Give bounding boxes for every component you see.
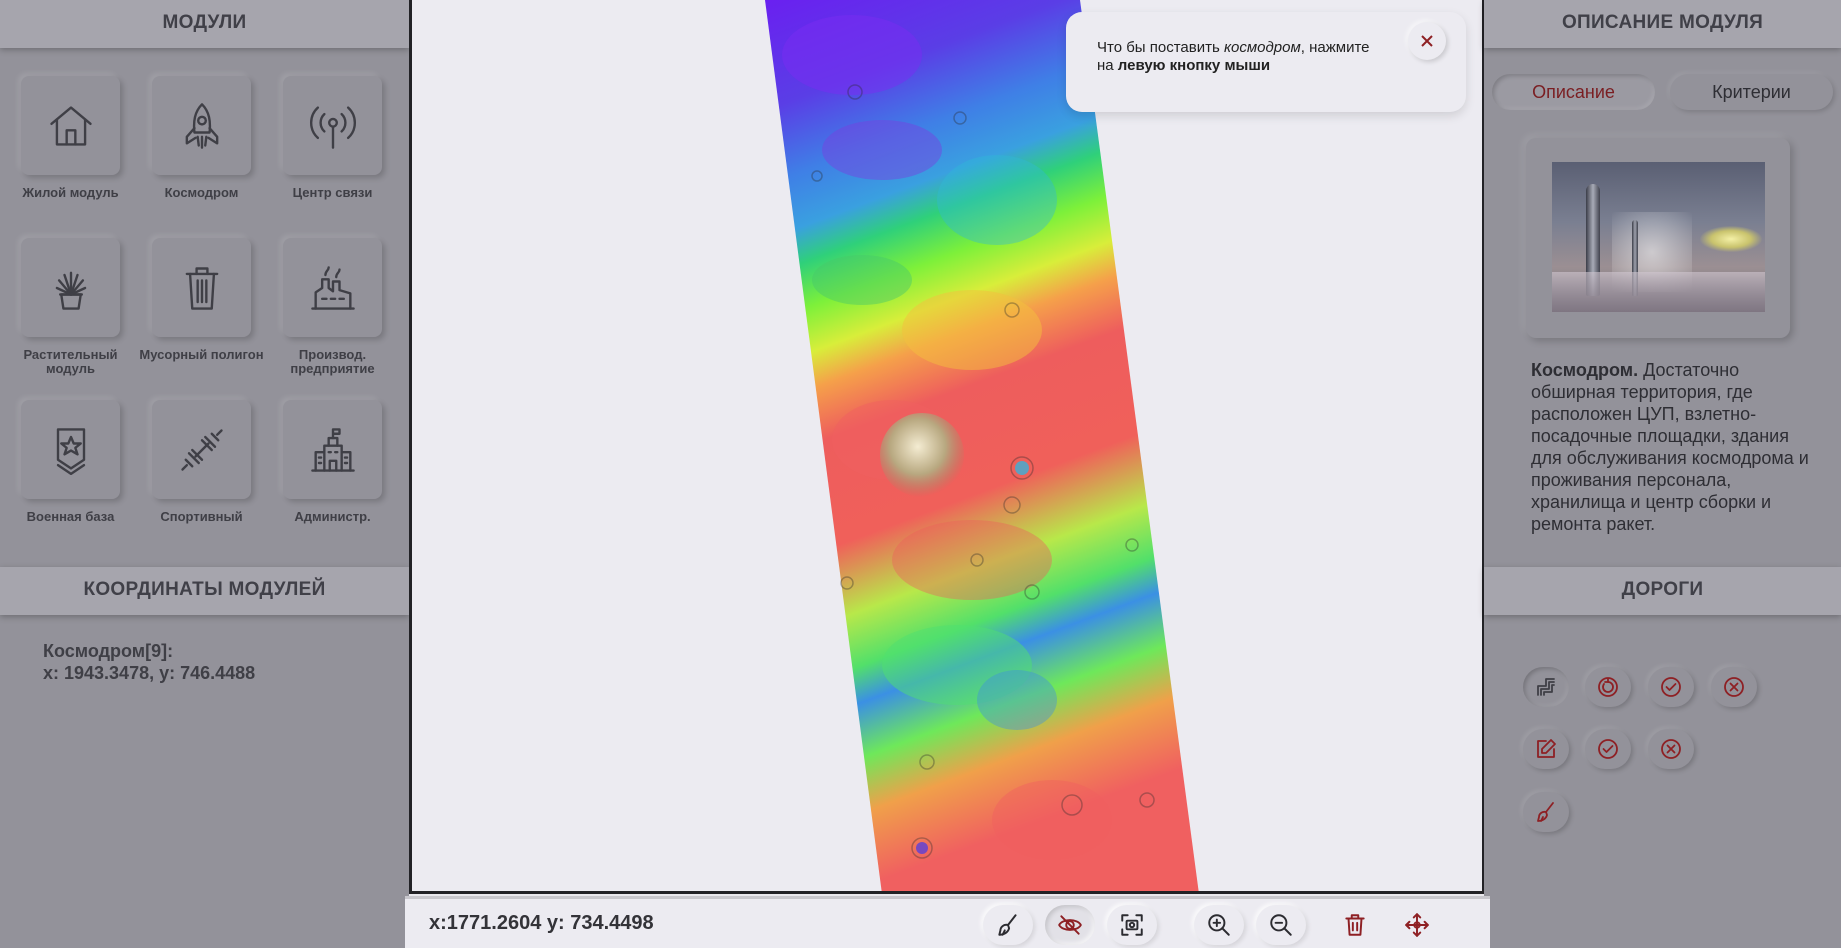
toggle-visibility-button[interactable]: [1045, 905, 1095, 945]
module-cosmodrome[interactable]: Космодром: [149, 76, 269, 226]
road-rotate-button[interactable]: [1585, 667, 1631, 707]
factory-icon: [310, 265, 355, 310]
road-build-button[interactable]: [1523, 667, 1569, 707]
module-sport[interactable]: Спортивный: [149, 400, 269, 550]
description-title: Космодром.: [1531, 360, 1639, 380]
delete-icon: [1345, 914, 1365, 936]
screenshot-icon: [1121, 914, 1143, 936]
zoom-out-button[interactable]: [1256, 905, 1306, 945]
administration-building-icon: [310, 427, 355, 472]
module-label: Мусорный полигон: [139, 347, 264, 362]
dumbbell-icon: [180, 428, 223, 471]
cursor-coordinates: x:1771.2604 y: 734.4498: [429, 912, 654, 934]
elevation-strip: [765, 0, 1199, 891]
module-military[interactable]: Военная база: [18, 400, 138, 550]
road-clear-button[interactable]: [1523, 792, 1569, 832]
module-plant[interactable]: Растительный модуль: [18, 238, 138, 388]
module-tile[interactable]: [152, 400, 251, 499]
module-label: Военная база: [26, 509, 115, 524]
module-label: Спортивный: [160, 509, 243, 524]
road-cancel-button[interactable]: [1711, 667, 1757, 707]
road-confirm-button[interactable]: [1648, 667, 1694, 707]
antenna-icon: [309, 105, 356, 149]
move-icon: [1405, 913, 1429, 937]
road-edit-confirm-button[interactable]: [1585, 729, 1631, 769]
terrain-map[interactable]: [412, 0, 1482, 894]
module-description: Космодром. Достаточно обширная территори…: [1531, 359, 1811, 535]
hide-icon: [1058, 915, 1082, 935]
placement-hint-tooltip: Что бы поставить космодром, нажмите на л…: [1066, 12, 1466, 112]
house-icon: [49, 105, 92, 146]
road-edit-button[interactable]: [1523, 729, 1569, 769]
module-label: Жилой модуль: [22, 185, 119, 200]
modules-panel: МОДУЛИ Жилой модуль Космодром Центр связ…: [0, 0, 409, 948]
road-build-icon: [1537, 678, 1555, 696]
trash-can-icon: [185, 266, 218, 310]
module-coordinates: Космодром[9]: x: 1943.3478, y: 746.4488: [43, 640, 255, 684]
module-label: Производ. предприятие: [290, 347, 375, 376]
zoom-in-icon: [1208, 914, 1230, 936]
module-residential[interactable]: Жилой модуль: [18, 76, 138, 226]
zoom-out-icon: [1270, 914, 1292, 936]
description-body: Достаточно обширная территория, где расп…: [1531, 360, 1809, 534]
module-preview-card: [1526, 138, 1790, 338]
module-tile[interactable]: [152, 238, 251, 337]
zoom-in-button[interactable]: [1194, 905, 1244, 945]
module-tile[interactable]: [21, 76, 120, 175]
modules-panel-title: МОДУЛИ: [0, 0, 409, 48]
module-label: Космодром: [164, 185, 239, 200]
module-label: Растительный модуль: [23, 347, 118, 376]
module-admin[interactable]: Администр.: [280, 400, 400, 550]
hint-action: левую кнопку мыши: [1117, 57, 1271, 74]
roads-panel-title: ДОРОГИ: [1484, 567, 1841, 615]
military-badge-icon: [56, 427, 85, 475]
cancel-icon: [1724, 677, 1744, 697]
terrain-mound: [880, 413, 964, 497]
delete-module-button[interactable]: [1330, 905, 1380, 945]
description-panel-title: ОПИСАНИЕ МОДУЛЯ: [1484, 0, 1841, 48]
check-icon: [1598, 739, 1618, 759]
rotate-icon: [1598, 677, 1618, 697]
rocket-icon: [185, 102, 218, 149]
module-tile[interactable]: [21, 400, 120, 499]
tab-criteria[interactable]: Критерии: [1670, 74, 1833, 110]
clear-button[interactable]: [983, 905, 1033, 945]
module-tile[interactable]: [21, 238, 120, 337]
move-module-button[interactable]: [1392, 905, 1442, 945]
module-waste[interactable]: Мусорный полигон: [139, 238, 269, 388]
close-icon: [1421, 35, 1433, 47]
module-factory[interactable]: Производ. предприятие: [280, 238, 400, 388]
module-tile[interactable]: [283, 400, 382, 499]
coordinates-panel-title: КООРДИНАТЫ МОДУЛЕЙ: [0, 567, 409, 615]
module-tile[interactable]: [283, 76, 382, 175]
brush-icon: [998, 914, 1017, 936]
module-comm-center[interactable]: Центр связи: [280, 76, 400, 226]
hint-module-name: космодром: [1223, 39, 1301, 56]
edit-icon: [1537, 739, 1556, 758]
coordinates-entry-value: x: 1943.3478, y: 746.4488: [43, 663, 256, 683]
map-toolbar: x:1771.2604 y: 734.4498: [405, 896, 1490, 948]
check-icon: [1661, 677, 1681, 697]
module-label: Администр.: [294, 509, 371, 524]
module-label: Центр связи: [292, 185, 373, 200]
module-tile[interactable]: [283, 238, 382, 337]
road-edit-cancel-button[interactable]: [1648, 729, 1694, 769]
cosmodrome-preview-image: [1552, 162, 1765, 312]
hint-text-start: Что бы поставить: [1097, 39, 1224, 56]
cancel-icon: [1661, 739, 1681, 759]
module-tile[interactable]: [152, 76, 251, 175]
brush-icon: [1537, 802, 1554, 822]
close-hint-button[interactable]: [1408, 22, 1446, 60]
coordinates-entry-name: Космодром[9]:: [43, 641, 174, 661]
map-canvas[interactable]: [409, 0, 1485, 894]
tab-description[interactable]: Описание: [1492, 74, 1655, 110]
plant-icon: [55, 271, 86, 310]
screenshot-button[interactable]: [1107, 905, 1157, 945]
